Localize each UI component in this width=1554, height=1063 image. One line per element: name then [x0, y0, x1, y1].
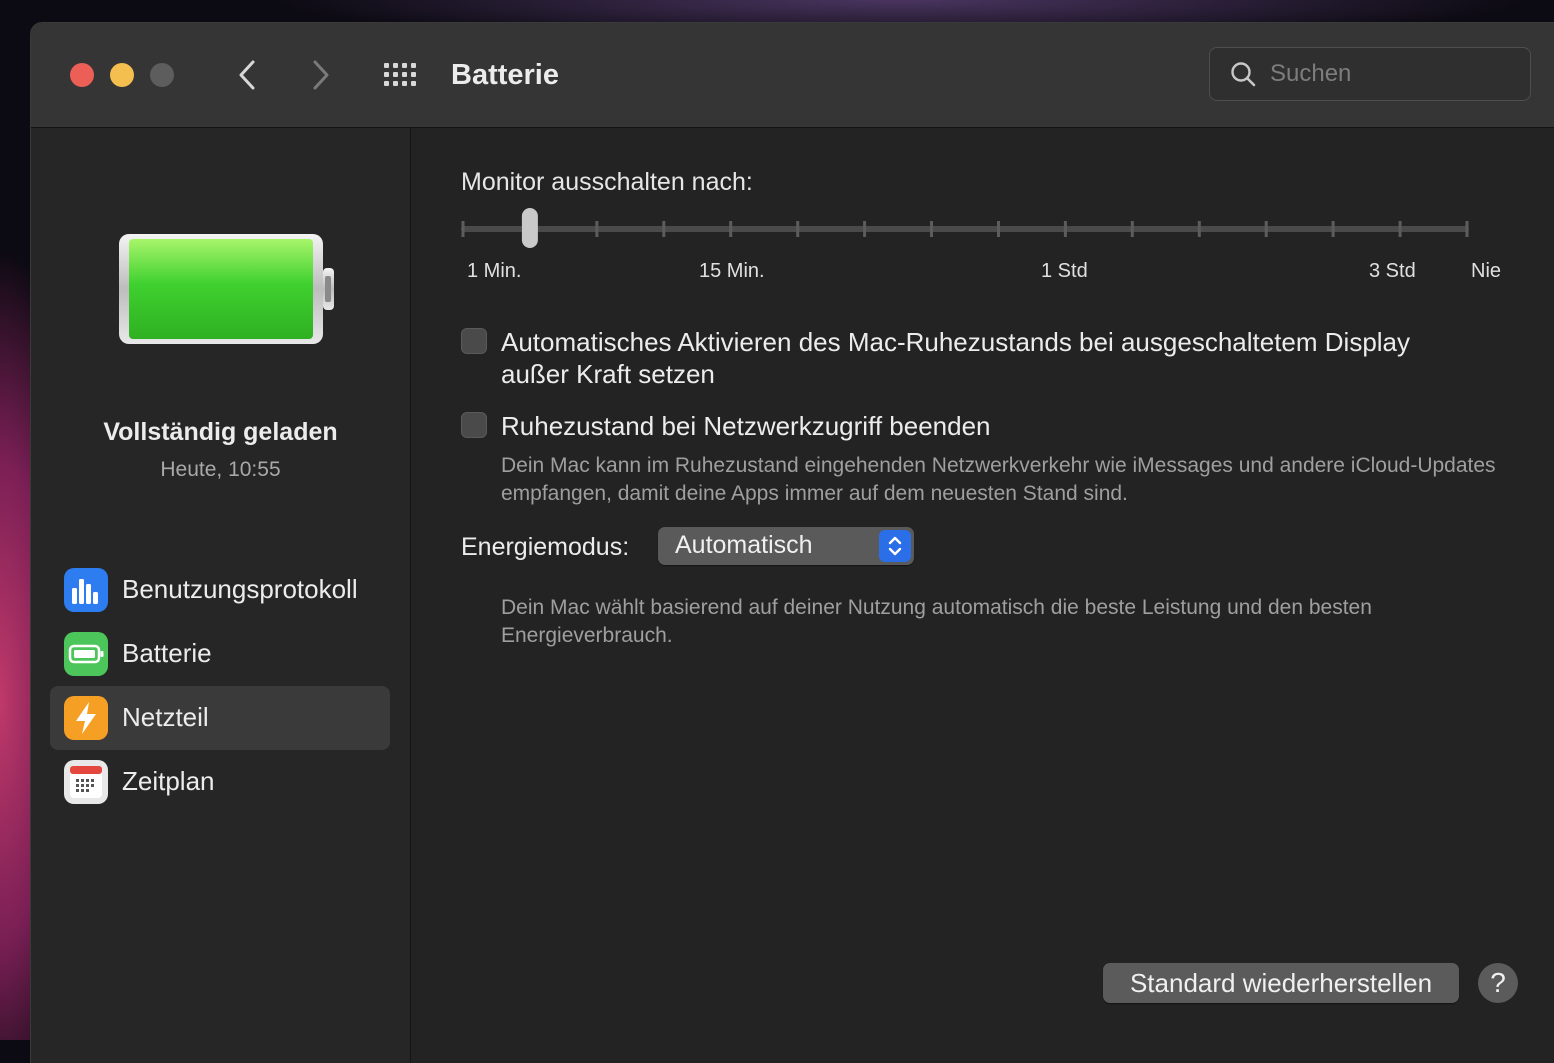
energy-mode-select[interactable]: Automatisch: [658, 527, 914, 565]
energy-mode-value: Automatisch: [675, 531, 813, 559]
battery-icon: [64, 632, 108, 676]
slider-tick: [1197, 221, 1201, 237]
sidebar-item-benutzungsprotokoll[interactable]: Benutzungsprotokoll: [50, 558, 390, 622]
slider-tick: [729, 221, 733, 237]
slider-tick: [1063, 221, 1067, 237]
tick-label: 1 Std: [1041, 260, 1088, 282]
tick-label: Nie: [1471, 260, 1502, 282]
sidebar-item-label: Benutzungsprotokoll: [122, 574, 358, 604]
close-button[interactable]: [70, 63, 94, 87]
zoom-button[interactable]: [150, 63, 174, 87]
back-button[interactable]: [227, 55, 267, 95]
battery-status-title: Vollständig geladen: [103, 418, 338, 446]
energy-mode-label: Energiemodus:: [461, 533, 630, 561]
slider-tick: [997, 221, 1000, 237]
sidebar-item-label: Batterie: [122, 638, 212, 668]
preferences-window: Batterie Vollständig geladen: [30, 22, 1554, 1063]
tick-label: 15 Min.: [699, 260, 765, 282]
battery-full-icon: [119, 234, 334, 344]
slider-tick: [1398, 221, 1402, 237]
auto-sleep-checkbox[interactable]: [461, 328, 487, 354]
slider-tick: [863, 221, 867, 237]
sidebar-item-netzteil[interactable]: Netzteil: [50, 686, 390, 750]
monitor-off-label: Monitor ausschalten nach:: [461, 168, 753, 196]
tick-label: 3 Std: [1369, 260, 1416, 282]
grid-icon: [384, 63, 416, 86]
slider-tick: [1465, 221, 1469, 237]
restore-defaults-button[interactable]: Standard wiederherstellen: [1103, 963, 1459, 1003]
search-icon: [1231, 62, 1256, 87]
energy-mode-description: Dein Mac wählt basierend auf deiner Nutz…: [501, 596, 1372, 647]
search-input[interactable]: [1268, 56, 1512, 92]
slider-tick: [930, 221, 933, 237]
slider-tick: [461, 221, 465, 237]
sidebar-item-label: Zeitplan: [122, 766, 215, 796]
slider-tick: [662, 221, 666, 237]
slider-knob[interactable]: [521, 208, 538, 248]
wake-network-checkbox[interactable]: [461, 412, 487, 438]
battery-status-time: Heute, 10:55: [160, 458, 281, 481]
bar-chart-icon: [64, 568, 108, 612]
sidebar-item-batterie[interactable]: Batterie: [50, 622, 390, 686]
sidebar-item-label: Netzteil: [122, 702, 209, 732]
sidebar: Vollständig geladen Heute, 10:55 Benutzu…: [31, 128, 411, 1063]
calendar-icon: [64, 760, 108, 804]
title-bar: Batterie: [31, 23, 1554, 128]
slider-tick: [595, 221, 599, 237]
main-panel: Monitor ausschalten nach: 1 Min. 15 Min.…: [411, 128, 1554, 1063]
wake-network-label: Ruhezustand bei Netzwerkzugriff beenden: [501, 411, 991, 441]
window-title: Batterie: [451, 59, 559, 91]
wake-network-description: Dein Mac kann im Ruhezustand eingehenden…: [501, 454, 1496, 505]
slider-tick: [1130, 221, 1134, 237]
monitor-off-slider[interactable]: [461, 208, 1471, 252]
sidebar-item-zeitplan[interactable]: Zeitplan: [50, 750, 390, 814]
slider-tick: [1264, 221, 1268, 237]
slider-tick: [796, 221, 800, 237]
show-all-button[interactable]: [381, 57, 423, 93]
minimize-button[interactable]: [110, 63, 134, 87]
chevron-right-icon: [313, 60, 329, 90]
forward-button[interactable]: [301, 55, 341, 95]
tick-label: 1 Min.: [467, 260, 522, 282]
chevron-left-icon: [239, 60, 255, 90]
auto-sleep-label: Automatisches Aktivieren des Mac-Ruhezus…: [501, 327, 1411, 389]
slider-tick: [1331, 221, 1335, 237]
help-button[interactable]: ?: [1478, 963, 1518, 1003]
search-field[interactable]: [1209, 47, 1531, 101]
updown-chevron-icon: [879, 530, 911, 562]
lightning-icon: [64, 696, 108, 740]
